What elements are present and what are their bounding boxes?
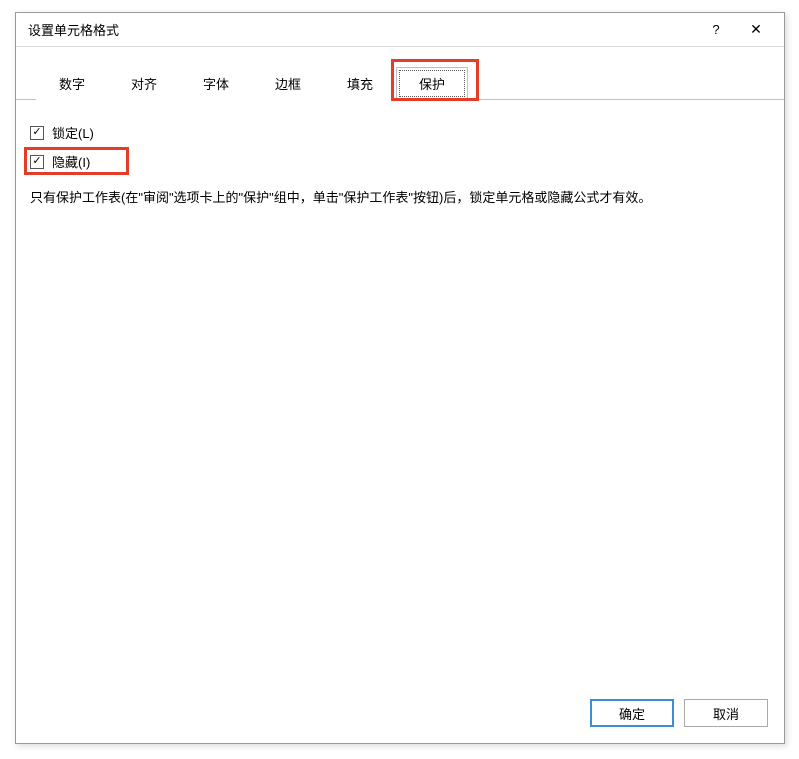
tab-label: 对齐 bbox=[131, 77, 157, 92]
tab-label: 边框 bbox=[275, 77, 301, 92]
close-button[interactable]: ✕ bbox=[736, 16, 776, 44]
tab-label: 填充 bbox=[347, 77, 373, 92]
checkmark-icon: ✓ bbox=[32, 127, 41, 138]
dialog-footer: 确定 取消 bbox=[16, 687, 784, 743]
hidden-label: 隐藏(I) bbox=[52, 152, 90, 171]
titlebar: 设置单元格格式 ? ✕ bbox=[16, 13, 784, 47]
dialog-title: 设置单元格格式 bbox=[28, 20, 696, 39]
ok-label: 确定 bbox=[619, 704, 645, 723]
tab-number[interactable]: 数字 bbox=[36, 67, 108, 100]
ok-button[interactable]: 确定 bbox=[590, 699, 674, 727]
tab-panel-protection: ✓ 锁定(L) ✓ 隐藏(I) 只有保护工作表(在"审阅"选项卡上的"保护"组中… bbox=[16, 100, 784, 687]
help-button[interactable]: ? bbox=[696, 16, 736, 44]
tab-label: 数字 bbox=[59, 77, 85, 92]
protection-description: 只有保护工作表(在"审阅"选项卡上的"保护"组中，单击"保护工作表"按钮)后，锁… bbox=[30, 176, 770, 208]
locked-label: 锁定(L) bbox=[52, 123, 94, 142]
tab-border[interactable]: 边框 bbox=[252, 67, 324, 100]
hidden-checkbox[interactable]: ✓ bbox=[30, 155, 44, 169]
tab-fill[interactable]: 填充 bbox=[324, 67, 396, 100]
close-icon: ✕ bbox=[750, 21, 762, 38]
tab-font[interactable]: 字体 bbox=[180, 67, 252, 100]
locked-checkbox[interactable]: ✓ bbox=[30, 126, 44, 140]
tab-alignment[interactable]: 对齐 bbox=[108, 67, 180, 100]
tab-label: 字体 bbox=[203, 77, 229, 92]
help-icon: ? bbox=[712, 22, 719, 37]
locked-option[interactable]: ✓ 锁定(L) bbox=[30, 118, 770, 147]
cancel-button[interactable]: 取消 bbox=[684, 699, 768, 727]
tab-protection[interactable]: 保护 bbox=[396, 67, 468, 100]
checkmark-icon: ✓ bbox=[32, 156, 41, 167]
hidden-option[interactable]: ✓ 隐藏(I) bbox=[30, 147, 770, 176]
cancel-label: 取消 bbox=[713, 704, 739, 723]
tab-strip: 数字 对齐 字体 边框 填充 保护 bbox=[16, 47, 784, 100]
tab-label: 保护 bbox=[419, 77, 445, 92]
format-cells-dialog: 设置单元格格式 ? ✕ 数字 对齐 字体 边框 填充 保护 bbox=[15, 12, 785, 744]
